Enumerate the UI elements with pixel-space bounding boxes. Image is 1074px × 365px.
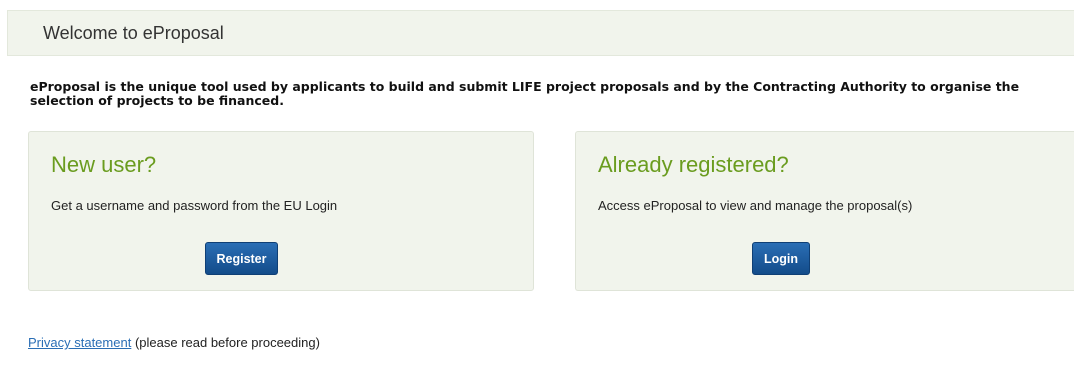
- page-header: Welcome to eProposal: [7, 10, 1074, 56]
- privacy-note: (please read before proceeding): [131, 335, 320, 350]
- register-button[interactable]: Register: [205, 242, 278, 275]
- privacy-statement-link[interactable]: Privacy statement: [28, 335, 131, 350]
- new-user-description: Get a username and password from the EU …: [51, 198, 338, 213]
- login-button[interactable]: Login: [752, 242, 810, 275]
- intro-text: eProposal is the unique tool used by app…: [30, 79, 1020, 108]
- registered-user-panel: Already registered? Access eProposal to …: [575, 131, 1074, 291]
- footer: Privacy statement (please read before pr…: [28, 335, 320, 350]
- page-title: Welcome to eProposal: [43, 23, 224, 43]
- registered-title: Already registered?: [598, 152, 789, 177]
- new-user-panel: New user? Get a username and password fr…: [28, 131, 534, 291]
- new-user-title: New user?: [51, 152, 157, 177]
- registered-description: Access eProposal to view and manage the …: [598, 198, 913, 213]
